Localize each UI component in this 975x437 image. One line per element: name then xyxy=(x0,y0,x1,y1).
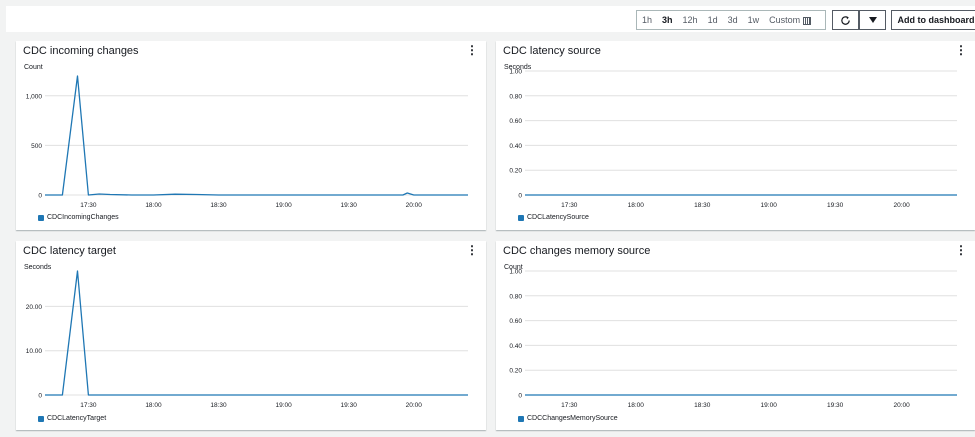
range-custom-label: Custom xyxy=(769,15,801,25)
y-tick-label: 500 xyxy=(31,143,42,150)
range-3d[interactable]: 3d xyxy=(723,11,743,29)
legend-item[interactable]: CDCLatencySource xyxy=(518,214,589,221)
range-1w[interactable]: 1w xyxy=(743,11,765,29)
x-tick-label: 19:30 xyxy=(827,402,844,409)
x-tick-label: 18:00 xyxy=(628,202,645,209)
y-tick-label: 0.40 xyxy=(509,343,522,350)
y-tick-label: 0 xyxy=(518,393,522,400)
y-tick-label: 10.00 xyxy=(26,348,43,355)
y-tick-label: 0.60 xyxy=(509,318,522,325)
x-tick-label: 19:00 xyxy=(761,402,778,409)
x-tick-label: 19:30 xyxy=(341,202,358,209)
refresh-button[interactable] xyxy=(832,10,859,30)
x-tick-label: 18:00 xyxy=(628,402,645,409)
chart-svg: 0 0.20 0.40 0.60 0.80 1.00 17:30 18:00 18:30 19:0… xyxy=(509,69,957,209)
x-tick-label: 17:30 xyxy=(561,402,578,409)
widget-cdc-incoming-changes: CDC incoming changes ⋮ Count 0 500 1,000 17… xyxy=(16,41,486,230)
x-tick-label: 18:30 xyxy=(210,402,227,409)
x-tick-label: 19:00 xyxy=(761,202,778,209)
caret-down-icon xyxy=(868,17,877,23)
legend-item[interactable]: CDCLatencyTarget xyxy=(38,415,106,422)
legend-label: CDCLatencyTarget xyxy=(47,415,107,422)
x-tick-label: 19:00 xyxy=(275,202,292,209)
x-tick-label: 17:30 xyxy=(80,402,97,409)
x-tick-label: 18:00 xyxy=(145,202,162,209)
x-tick-label: 17:30 xyxy=(80,202,97,209)
y-tick-label: 0.80 xyxy=(509,93,522,100)
y-tick-label: 20.00 xyxy=(26,304,43,311)
x-tick-label: 17:30 xyxy=(561,202,578,209)
x-tick-label: 20:00 xyxy=(893,202,910,209)
x-tick-label: 19:00 xyxy=(275,402,292,409)
x-tick-label: 20:00 xyxy=(893,402,910,409)
x-tick-label: 20:00 xyxy=(406,402,423,409)
y-tick-label: 1.00 xyxy=(509,69,522,76)
x-tick-label: 18:00 xyxy=(145,402,162,409)
y-tick-label: 0.40 xyxy=(509,143,522,150)
range-12h[interactable]: 12h xyxy=(678,11,703,29)
widget-cdc-changes-memory-source: CDC changes memory source ⋮ Count 0 0.20 0… xyxy=(496,241,975,430)
y-tick-label: 0.60 xyxy=(509,118,522,125)
x-tick-label: 18:30 xyxy=(210,202,227,209)
time-range-selector: 1h 3h 12h 1d 3d 1w Custom xyxy=(636,10,826,30)
range-1h[interactable]: 1h xyxy=(637,11,657,29)
range-1d[interactable]: 1d xyxy=(703,11,723,29)
range-custom[interactable]: Custom xyxy=(764,11,816,29)
x-tick-label: 20:00 xyxy=(406,202,423,209)
y-tick-label: 0 xyxy=(518,193,522,200)
series-line xyxy=(45,75,468,196)
legend-item[interactable]: CDCChangesMemorySource xyxy=(518,415,618,422)
add-to-dashboard-button[interactable]: Add to dashboard xyxy=(891,10,975,30)
chart-svg: 0 0.20 0.40 0.60 0.80 1.00 17:30 18:00 18:30 19:0… xyxy=(509,269,957,409)
legend-swatch xyxy=(38,214,44,221)
legend-swatch xyxy=(518,214,524,221)
dashboard-toolbar: 1h 3h 12h 1d 3d 1w Custom Add to dashboa… xyxy=(6,6,975,32)
refresh-options-dropdown[interactable] xyxy=(859,10,886,30)
chart-svg: 0 10.00 20.00 17:30 18:00 18:30 19:00 19:30 20:0… xyxy=(26,270,468,409)
legend-label: CDCLatencySource xyxy=(527,214,589,221)
range-3h[interactable]: 3h xyxy=(657,11,678,29)
widget-cdc-latency-source: CDC latency source ⋮ Seconds 0 0.20 0.40 0.… xyxy=(496,41,975,230)
legend-item[interactable]: CDCIncomingChanges xyxy=(38,214,119,221)
x-tick-label: 18:30 xyxy=(694,402,711,409)
series-line xyxy=(45,270,468,396)
x-tick-label: 19:30 xyxy=(341,402,358,409)
legend-label: CDCChangesMemorySource xyxy=(527,415,618,422)
refresh-icon xyxy=(841,15,850,25)
y-tick-label: 0 xyxy=(38,193,42,200)
x-tick-label: 19:30 xyxy=(827,202,844,209)
legend-swatch xyxy=(518,415,524,422)
y-tick-label: 0.20 xyxy=(509,168,522,175)
legend-label: CDCIncomingChanges xyxy=(47,214,119,221)
calendar-icon xyxy=(803,16,812,25)
y-tick-label: 1.00 xyxy=(509,269,522,276)
legend-swatch xyxy=(38,415,44,422)
y-tick-label: 0 xyxy=(38,393,42,400)
chart-svg: 0 500 1,000 17:30 18:00 18:30 19:00 19:30 20:00 xyxy=(26,75,468,209)
x-tick-label: 18:30 xyxy=(694,202,711,209)
widget-cdc-latency-target: CDC latency target ⋮ Seconds 0 10.00 20.00… xyxy=(16,241,486,430)
y-tick-label: 1,000 xyxy=(26,93,43,100)
y-tick-label: 0.20 xyxy=(509,368,522,375)
y-tick-label: 0.80 xyxy=(509,293,522,300)
